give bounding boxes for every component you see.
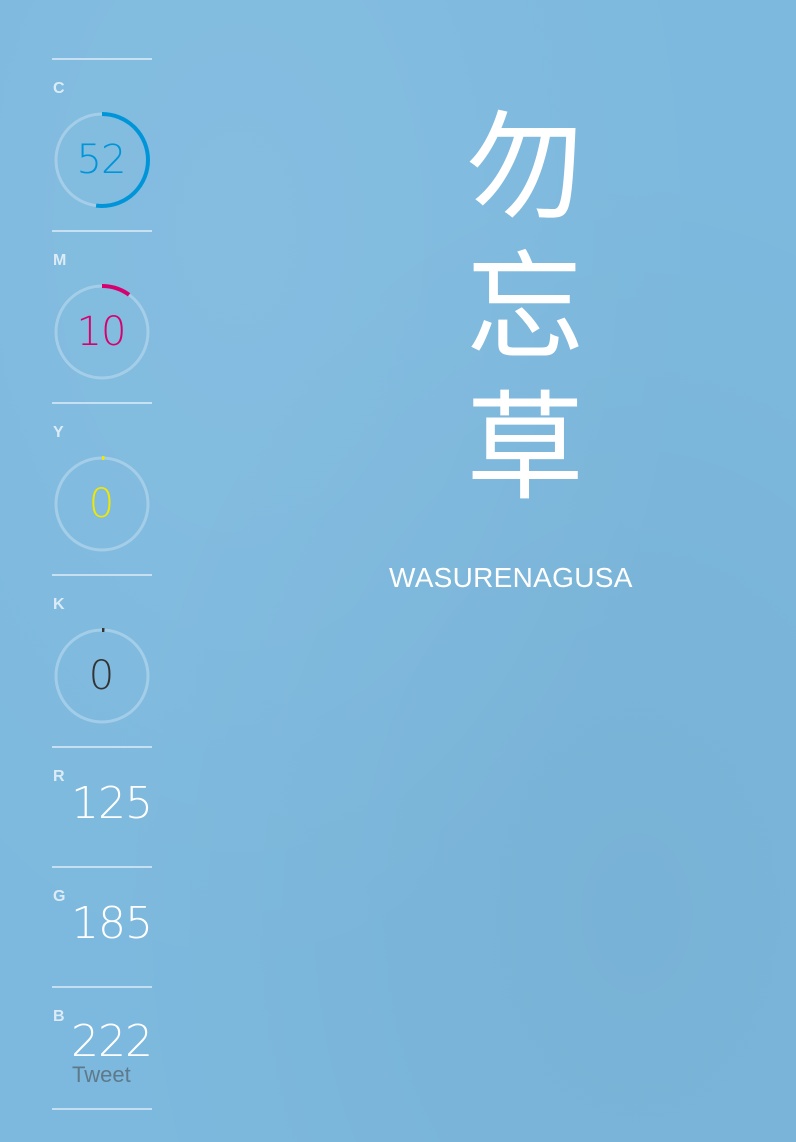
rgb-panel-g: G 185	[52, 866, 153, 986]
cmyk-label: Y	[53, 424, 64, 441]
magenta-value: 10	[76, 309, 127, 355]
key-value: 0	[88, 653, 114, 699]
kanji-char: 草	[465, 379, 584, 517]
color-name-romaji: WASURENAGUSA	[389, 562, 633, 593]
rgb-label: G	[53, 888, 66, 905]
cmyk-panel-y: Y 0	[52, 402, 152, 574]
tweet-button[interactable]: Tweet	[72, 1062, 131, 1088]
rgb-panel-b: B 222 Tweet	[52, 986, 153, 1110]
color-name-japanese: 勿 忘 草	[455, 98, 595, 518]
green-value: 185	[71, 898, 153, 949]
cmyk-label: C	[53, 80, 65, 97]
blue-value: 222	[71, 1016, 153, 1067]
yellow-ring-gauge: 0	[52, 454, 152, 554]
cyan-ring-gauge: 52	[52, 110, 152, 210]
key-ring-gauge: 0	[52, 626, 152, 726]
magenta-ring-gauge: 10	[52, 282, 152, 382]
kanji-char: 勿	[465, 99, 584, 237]
cmyk-label: M	[53, 252, 67, 269]
cyan-value: 52	[76, 137, 127, 183]
rgb-panel-r: R 125	[52, 746, 153, 866]
cmyk-panel-k: K 0	[52, 574, 152, 746]
color-values-sidebar: C 52 M 10 Y 0 K 0 R 125 G 185 B 222 Twee…	[52, 58, 153, 1110]
kanji-char: 忘	[465, 239, 584, 377]
red-value: 125	[71, 778, 153, 829]
cmyk-panel-c: C 52	[52, 58, 152, 230]
rgb-label: R	[53, 768, 65, 785]
cmyk-panel-m: M 10	[52, 230, 152, 402]
cmyk-label: K	[53, 596, 65, 613]
yellow-value: 0	[88, 481, 114, 527]
rgb-label: B	[53, 1008, 65, 1025]
